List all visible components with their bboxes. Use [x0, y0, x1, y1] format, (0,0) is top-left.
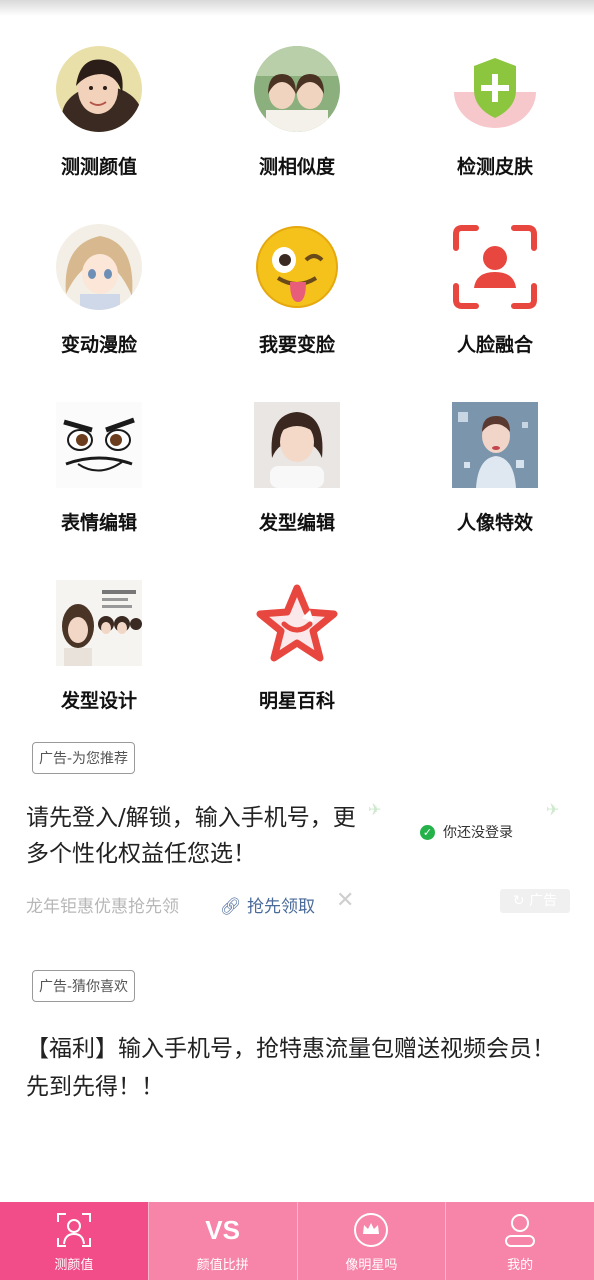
- link-icon: 🔗︎: [220, 897, 242, 917]
- feature-label: 发型编辑: [258, 512, 335, 534]
- tab-label: 测颜值: [54, 1258, 94, 1273]
- grab-link-label: 抢先领取: [247, 897, 315, 917]
- woman-portrait-icon: [56, 46, 142, 132]
- ad-headline[interactable]: 请先登入/解锁，输入手机号，更多个性化权益任您选！: [26, 800, 356, 872]
- ad-tag: 广告-猜你喜欢: [32, 970, 136, 1002]
- feature-star-wiki[interactable]: 明星百科: [198, 574, 396, 744]
- cartoon-eyes-face-icon: [56, 402, 142, 488]
- feature-face-merge[interactable]: 人脸融合: [396, 218, 594, 388]
- two-girls-photo-icon: [254, 46, 340, 132]
- refresh-icon: ↻: [512, 893, 525, 909]
- feature-label: 测测颜值: [60, 156, 137, 178]
- rocket-icon: ✈: [546, 800, 560, 819]
- smiling-star-icon: [254, 580, 340, 666]
- feature-label: 表情编辑: [60, 512, 137, 534]
- feature-hairstyle-edit[interactable]: 发型编辑: [198, 396, 396, 566]
- feature-hairstyle-design[interactable]: 发型设计: [0, 574, 198, 744]
- feature-expression-edit[interactable]: 表情编辑: [0, 396, 198, 566]
- tab-mine[interactable]: 我的: [445, 1202, 594, 1280]
- feature-similarity[interactable]: 测相似度: [198, 40, 396, 210]
- tab-label: 我的: [507, 1258, 534, 1273]
- shield-plus-icon: [452, 46, 538, 132]
- promo-text: 龙年钜惠优惠抢先领: [26, 897, 179, 917]
- feature-portrait-effects[interactable]: 人像特效: [396, 396, 594, 566]
- tab-like-celebrity[interactable]: 像明星吗: [296, 1202, 446, 1280]
- feature-change-face[interactable]: 我要变脸: [198, 218, 396, 388]
- vs-icon: VS: [149, 1210, 297, 1250]
- crown-circle-icon: [298, 1210, 446, 1250]
- ad-tag: 广告-为您推荐: [32, 742, 136, 774]
- feature-anime-face[interactable]: 变动漫脸: [0, 218, 198, 388]
- hairstyle-catalog-icon: [56, 580, 142, 666]
- face-scan-icon: [452, 224, 538, 310]
- face-scan-person-icon: [0, 1210, 148, 1250]
- vs-icon-text: VS: [205, 1214, 240, 1245]
- feature-beauty-score[interactable]: 测测颜值: [0, 40, 198, 210]
- feature-label: 人脸融合: [456, 334, 533, 356]
- login-status: ✓ 你还没登录: [420, 822, 513, 842]
- anime-girl-icon: [56, 224, 142, 310]
- winking-tongue-emoji-icon: [254, 224, 340, 310]
- rocket-icon: ✈: [368, 800, 382, 819]
- check-icon: ✓: [420, 824, 435, 840]
- feature-label: 发型设计: [60, 690, 137, 712]
- user-icon: [446, 1210, 594, 1250]
- tab-label: 像明星吗: [345, 1258, 398, 1273]
- ad-badge-label: 广告: [529, 893, 558, 909]
- feature-label: 明星百科: [258, 690, 335, 712]
- tab-label: 颜值比拼: [196, 1258, 249, 1273]
- ad-headline[interactable]: 【福利】输入手机号，抢特惠流量包赠送视频会员！先到先得！！: [26, 1030, 566, 1106]
- status-bar-shadow: [0, 0, 594, 16]
- tab-beauty-score[interactable]: 测颜值: [0, 1202, 148, 1280]
- tab-beauty-battle[interactable]: VS 颜值比拼: [147, 1202, 297, 1280]
- ad-badge: ↻ 广告: [500, 889, 570, 913]
- bottom-tab-bar: 测颜值 VS 颜值比拼 像明星吗 我的: [0, 1202, 594, 1280]
- close-ad-button[interactable]: ✕: [336, 888, 354, 913]
- feature-label: 测相似度: [258, 156, 335, 178]
- login-status-text: 你还没登录: [443, 825, 513, 841]
- grab-link[interactable]: 🔗︎ 抢先领取: [220, 892, 315, 917]
- feature-skin-check[interactable]: 检测皮肤: [396, 40, 594, 210]
- feature-label: 人像特效: [456, 512, 533, 534]
- feature-label: 检测皮肤: [456, 156, 533, 178]
- feature-label: 我要变脸: [258, 334, 335, 356]
- feature-label: 变动漫脸: [60, 334, 137, 356]
- short-hair-girl-icon: [254, 402, 340, 488]
- dispersion-portrait-icon: [452, 402, 538, 488]
